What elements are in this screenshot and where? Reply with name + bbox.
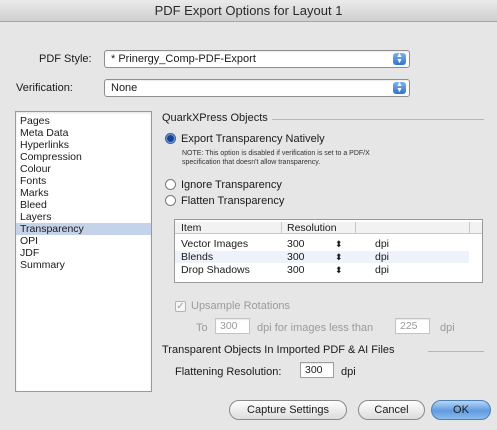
cancel-button[interactable]: Cancel	[358, 400, 425, 420]
sidebar-item-summary[interactable]: Summary	[16, 259, 151, 271]
upsample-rotations-label: Upsample Rotations	[191, 300, 291, 312]
row-item: Blends	[181, 251, 214, 263]
stepper-arrows-icon[interactable]: ⬍	[335, 264, 343, 276]
row-unit: dpi	[375, 264, 390, 276]
upsample-to-label: To	[196, 322, 208, 334]
row-resolution[interactable]: 300	[287, 251, 305, 263]
note-line-1: NOTE: This option is disabled if verific…	[182, 150, 370, 157]
sidebar-item-compression[interactable]: Compression	[16, 151, 151, 163]
ok-button[interactable]: OK	[431, 400, 491, 420]
sidebar-item-marks[interactable]: Marks	[16, 187, 151, 199]
sidebar-item-meta-data[interactable]: Meta Data	[16, 127, 151, 139]
quarkxpress-objects-title: QuarkXPress Objects	[162, 112, 268, 124]
upsample-rotations-checkbox[interactable]: ✓	[175, 301, 186, 312]
flattening-resolution-field[interactable]: 300	[300, 362, 334, 378]
row-resolution[interactable]: 300	[287, 264, 305, 276]
flatten-transparency-radio[interactable]: Flatten Transparency	[165, 194, 284, 208]
flatten-transparency-label: Flatten Transparency	[181, 195, 285, 207]
radio-empty-icon	[165, 194, 176, 206]
verification-popup[interactable]: None ▲ ▼	[104, 79, 410, 97]
imported-objects-title: Transparent Objects In Imported PDF & AI…	[162, 344, 395, 356]
table-row[interactable]: Drop Shadows 300 ⬍ dpi	[175, 264, 482, 276]
table-row[interactable]: Vector Images 300 ⬍ dpi	[175, 238, 482, 250]
verification-value: None	[111, 82, 138, 94]
transparency-note: NOTE: This option is disabled if verific…	[182, 149, 482, 167]
sidebar-item-fonts[interactable]: Fonts	[16, 175, 151, 187]
sidebar-item-colour[interactable]: Colour	[16, 163, 151, 175]
flattening-resolution-label: Flattening Resolution:	[175, 366, 282, 378]
upsample-unit-label: dpi	[440, 322, 455, 334]
row-unit: dpi	[375, 251, 390, 263]
stepper-arrows-icon[interactable]: ⬍	[335, 238, 343, 250]
popup-arrows-icon: ▲ ▼	[393, 52, 406, 65]
pdf-style-popup[interactable]: * Prinergy_Comp-PDF-Export ▲ ▼	[104, 50, 410, 68]
ignore-transparency-radio[interactable]: Ignore Transparency	[165, 178, 282, 192]
sidebar-item-bleed[interactable]: Bleed	[16, 199, 151, 211]
column-separator	[281, 222, 282, 234]
column-resolution-header[interactable]: Resolution	[287, 222, 337, 234]
pdf-style-label: PDF Style:	[39, 53, 92, 65]
column-item-header[interactable]: Item	[181, 222, 201, 234]
export-natively-label: Export Transparency Natively	[181, 133, 325, 145]
radio-empty-icon	[165, 178, 176, 190]
capture-settings-button[interactable]: Capture Settings	[229, 400, 347, 420]
sidebar-list[interactable]: Pages Meta Data Hyperlinks Compression C…	[15, 111, 152, 392]
sidebar-item-layers[interactable]: Layers	[16, 211, 151, 223]
sidebar-item-pages[interactable]: Pages	[16, 115, 151, 127]
resolution-table[interactable]: Item Resolution Vector Images 300 ⬍ dpi …	[174, 219, 483, 283]
flattening-unit-label: dpi	[341, 366, 356, 378]
upsample-less-than-field[interactable]: 225	[395, 318, 430, 334]
divider	[272, 119, 484, 120]
ignore-transparency-label: Ignore Transparency	[181, 179, 282, 191]
window-titlebar: PDF Export Options for Layout 1	[0, 0, 497, 22]
verification-label: Verification:	[16, 82, 73, 94]
export-natively-radio[interactable]: Export Transparency Natively	[165, 132, 325, 146]
note-line-2: specification that doesn't allow transpa…	[182, 159, 321, 166]
stepper-arrows-icon[interactable]: ⬍	[335, 251, 343, 263]
sidebar-item-transparency[interactable]: Transparency	[16, 223, 151, 235]
column-separator	[355, 222, 356, 234]
sidebar-item-hyperlinks[interactable]: Hyperlinks	[16, 139, 151, 151]
window-title: PDF Export Options for Layout 1	[154, 3, 343, 18]
row-item: Vector Images	[181, 238, 249, 250]
divider	[428, 351, 484, 352]
row-resolution[interactable]: 300	[287, 238, 305, 250]
pdf-style-value: * Prinergy_Comp-PDF-Export	[111, 53, 256, 65]
row-item: Drop Shadows	[181, 264, 250, 276]
sidebar-item-opi[interactable]: OPI	[16, 235, 151, 247]
sidebar-item-jdf[interactable]: JDF	[16, 247, 151, 259]
column-separator	[469, 222, 470, 234]
upsample-to-field[interactable]: 300	[215, 318, 250, 334]
checkmark-icon: ✓	[176, 301, 185, 312]
upsample-middle-text: dpi for images less than	[257, 322, 374, 334]
table-header: Item Resolution	[175, 222, 482, 234]
row-unit: dpi	[375, 238, 390, 250]
popup-arrows-icon: ▲ ▼	[393, 81, 406, 94]
radio-selected-icon	[165, 132, 176, 144]
table-row[interactable]: Blends 300 ⬍ dpi	[175, 251, 469, 263]
